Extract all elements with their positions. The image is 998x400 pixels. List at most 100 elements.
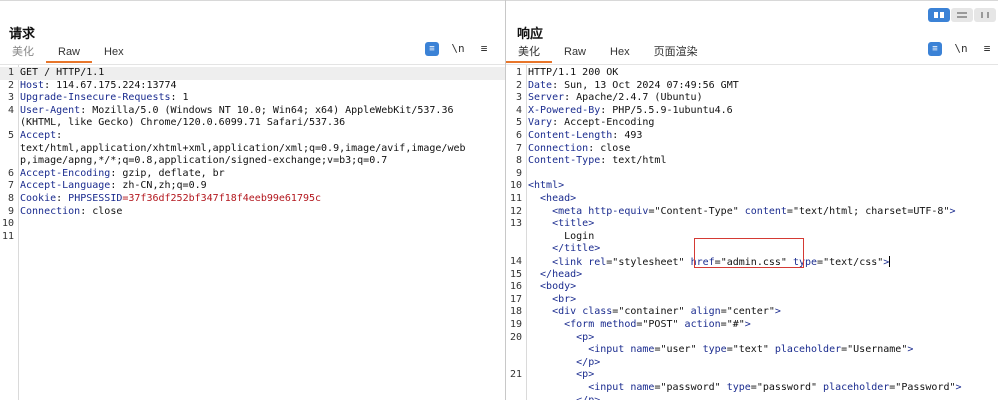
token: HTTP/1.1 200 OK xyxy=(528,67,619,78)
response-editor[interactable]: 1 HTTP/1.1 200 OK 2 Date: Sun, 13 Oct 2024 … xyxy=(506,64,998,400)
response-title: 响应 xyxy=(517,26,544,41)
token: Vary xyxy=(528,117,553,129)
code-line: 4 X-Powered-By: PHP/5.5.9-1ubuntu4.6 xyxy=(506,105,998,118)
token: > xyxy=(955,382,962,393)
token: ="center" xyxy=(720,306,775,318)
line-text: <input name="password" type="password" p… xyxy=(528,382,962,395)
token: </head> xyxy=(528,268,583,280)
token: Login xyxy=(528,230,595,242)
request-editor[interactable]: 1 GET / HTTP/1.1 2 Host: 114.67.175.224:137… xyxy=(0,64,505,400)
code-line: 19 <form method="POST" action="#"> xyxy=(506,319,998,332)
menu-icon[interactable]: ≡ xyxy=(980,42,994,56)
token: <p> xyxy=(528,331,595,343)
token: name xyxy=(630,344,655,356)
code-line: 2 Date: Sun, 13 Oct 2024 07:49:56 GMT xyxy=(506,80,998,93)
line-number: 6 xyxy=(515,130,522,141)
token: Accept-Encoding xyxy=(20,167,111,179)
code-line: </p> xyxy=(506,395,998,400)
token: : xyxy=(56,193,69,204)
code-line: 5 Vary: Accept-Encoding xyxy=(506,117,998,130)
line-number: 1 xyxy=(7,67,14,78)
show-newlines-button[interactable]: \n xyxy=(954,42,968,56)
token: align xyxy=(690,306,721,318)
token: ="user" xyxy=(654,344,703,356)
line-number: 6 xyxy=(7,167,14,179)
line-number: 2 xyxy=(7,79,14,91)
token: <form xyxy=(528,319,601,330)
line-text: </p> xyxy=(528,357,600,370)
token: Content-Length xyxy=(528,130,613,141)
tab-request-pretty[interactable]: 美化 xyxy=(0,41,46,63)
code-line: 11 xyxy=(0,231,505,244)
line-text: Accept: xyxy=(20,130,62,143)
code-line: (KHTML, like Gecko) Chrome/120.0.6099.71… xyxy=(0,117,505,130)
code-line: 10 xyxy=(0,218,505,231)
token: ="Username" xyxy=(841,344,908,356)
line-number: 3 xyxy=(515,92,522,104)
line-text: Server: Apache/2.4.7 (Ubuntu) xyxy=(528,92,703,105)
token: <input xyxy=(528,344,631,356)
code-line: text/html,application/xhtml+xml,applicat… xyxy=(0,143,505,156)
tab-request-hex[interactable]: Hex xyxy=(92,41,136,63)
token: <p> xyxy=(528,369,595,381)
request-toolbar: ≡ \n ≡ xyxy=(425,42,491,56)
token: ="text/css" xyxy=(817,257,884,268)
token: <div xyxy=(528,306,583,318)
line-text: User-Agent: Mozilla/5.0 (Windows NT 10.0… xyxy=(20,105,454,118)
token: </p> xyxy=(528,395,600,400)
token: ="container" xyxy=(612,306,691,318)
line-number: 5 xyxy=(7,130,14,141)
line-text: <title> xyxy=(528,218,594,231)
line-number: 3 xyxy=(7,92,14,104)
token: Date xyxy=(528,79,553,91)
tab-response-raw[interactable]: Raw xyxy=(552,41,598,63)
line-text: <html> xyxy=(528,180,564,193)
token: : close xyxy=(588,142,631,154)
token: > xyxy=(949,205,956,217)
token: : Sun, 13 Oct 2024 07:49:56 GMT xyxy=(552,79,739,91)
menu-icon[interactable]: ≡ xyxy=(477,42,491,56)
code-line: 10 <html> xyxy=(506,180,998,193)
line-text: Host: 114.67.175.224:13774 xyxy=(20,80,177,93)
line-number: 15 xyxy=(509,268,522,280)
highlight-annotation-box xyxy=(694,238,804,268)
code-line: <input name="user" type="text" placehold… xyxy=(506,344,998,357)
code-line: 4 User-Agent: Mozilla/5.0 (Windows NT 10.… xyxy=(0,105,505,118)
tab-response-hex[interactable]: Hex xyxy=(598,41,642,63)
code-line: </p> xyxy=(506,357,998,370)
tab-response-pretty[interactable]: 美化 xyxy=(506,41,552,63)
line-text: Accept-Encoding: gzip, deflate, br xyxy=(20,168,225,181)
line-number: 2 xyxy=(515,79,522,91)
request-pane: 请求 美化 Raw Hex ≡ \n ≡ 1 GET / HTTP/1.1 2 Hos… xyxy=(0,0,505,400)
line-text: (KHTML, like Gecko) Chrome/120.0.6099.71… xyxy=(20,117,345,130)
line-text: Cookie: PHPSESSID=37f36df252bf347f18f4ee… xyxy=(20,193,321,206)
wrap-lines-icon[interactable]: ≡ xyxy=(425,42,439,56)
tab-response-render[interactable]: 页面渲染 xyxy=(642,41,710,63)
line-text: </title> xyxy=(528,243,600,256)
line-text: Content-Length: 493 xyxy=(528,130,642,143)
line-text: </head> xyxy=(528,269,582,282)
token: User-Agent xyxy=(20,104,81,116)
text-caret xyxy=(889,256,891,267)
token: ="POST" xyxy=(636,319,685,330)
line-text: <body> xyxy=(528,281,576,294)
token: ="Password" xyxy=(889,382,956,393)
code-line: 3 Server: Apache/2.4.7 (Ubuntu) xyxy=(506,92,998,105)
line-number: 5 xyxy=(515,117,522,129)
token: X-Powered-By xyxy=(528,104,601,116)
code-line: 17 <br> xyxy=(506,294,998,307)
code-line: 8 Content-Type: text/html xyxy=(506,155,998,168)
response-tabs: 美化 Raw Hex 页面渲染 xyxy=(506,41,710,63)
token: content xyxy=(744,205,787,217)
line-text: <meta http-equiv="Content-Type" content=… xyxy=(528,205,956,219)
line-number: 10 xyxy=(1,218,14,230)
code-line: 11 <head> xyxy=(506,193,998,206)
token: Connection xyxy=(20,205,81,217)
wrap-lines-icon[interactable]: ≡ xyxy=(928,42,942,56)
line-number: 7 xyxy=(515,142,522,154)
line-text: Login xyxy=(528,231,594,244)
line-number: 14 xyxy=(509,256,522,267)
tab-request-raw[interactable]: Raw xyxy=(46,41,93,63)
line-text: Upgrade-Insecure-Requests: 1 xyxy=(20,92,189,105)
show-newlines-button[interactable]: \n xyxy=(451,42,465,56)
